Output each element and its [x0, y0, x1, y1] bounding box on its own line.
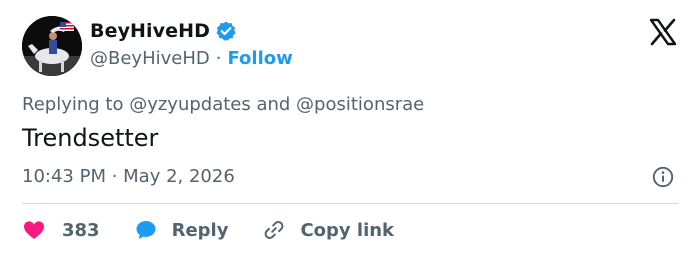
like-count: 383	[62, 219, 100, 241]
link-icon	[262, 218, 286, 242]
avatar[interactable]	[22, 16, 82, 76]
x-logo-icon[interactable]	[648, 17, 678, 47]
replying-to-text: Replying to @yzyupdates and @positionsra…	[22, 94, 425, 115]
tweet-timestamp[interactable]: 10:43 PM · May 2, 2026	[22, 166, 235, 187]
copy-link-label: Copy link	[300, 219, 395, 241]
like-button[interactable]: 383	[22, 218, 100, 242]
speech-bubble-icon	[134, 218, 158, 242]
verified-badge-icon	[215, 20, 237, 42]
divider	[22, 203, 678, 204]
tweet-text: Trendsetter	[22, 124, 159, 152]
author-handle-row: @BeyHiveHD · Follow	[90, 48, 293, 69]
author-display-name[interactable]: BeyHiveHD	[90, 20, 210, 42]
reply-button[interactable]: Reply	[134, 218, 229, 242]
author-handle[interactable]: @BeyHiveHD	[90, 48, 210, 69]
author-name-row: BeyHiveHD	[90, 20, 237, 42]
action-bar: 383 Reply Copy link	[22, 215, 428, 245]
avatar-image	[22, 16, 82, 76]
follow-button[interactable]: Follow	[227, 48, 292, 69]
reply-label: Reply	[171, 219, 229, 241]
separator-dot: ·	[215, 48, 222, 69]
info-icon[interactable]	[652, 166, 674, 188]
copy-link-button[interactable]: Copy link	[262, 218, 394, 242]
heart-icon	[22, 218, 46, 242]
